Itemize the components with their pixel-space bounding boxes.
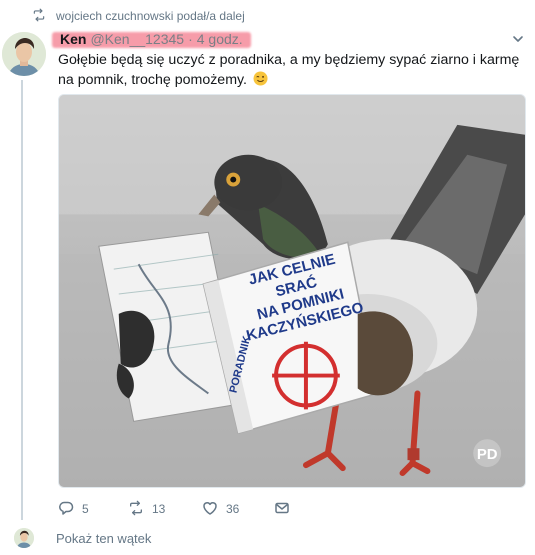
avatar[interactable] [2, 32, 46, 76]
thread-line [21, 80, 23, 520]
like-button[interactable]: 36 [202, 500, 274, 519]
retweet-context: wojciech czuchnowski podał/a dalej [32, 8, 245, 24]
show-thread-row[interactable]: Pokaż ten wątek [0, 526, 535, 550]
retweet-count: 13 [152, 502, 166, 516]
separator: · [188, 31, 193, 47]
tweet-body: Gołębie będą się uczyć z poradnika, a my… [58, 52, 520, 88]
direct-message-button[interactable] [274, 500, 290, 519]
retweet-context-text[interactable]: wojciech czuchnowski podał/a dalej [56, 9, 245, 23]
winking-face-emoji [253, 71, 268, 86]
tweet-text: Gołębie będą się uczyć z poradnika, a my… [58, 50, 520, 90]
tweet-actions: 5 13 36 [58, 500, 290, 518]
retweet-icon [128, 500, 144, 519]
user-handle[interactable]: @Ken__12345 [90, 31, 184, 47]
reply-button[interactable]: 5 [58, 500, 128, 519]
heart-icon [202, 500, 218, 519]
chevron-down-icon[interactable] [511, 32, 525, 46]
svg-text:PD: PD [477, 446, 498, 463]
tweet-media-image[interactable]: PORADNIK JAK CELNIE SRAĆ NA POMNIKI KACZ… [58, 94, 526, 488]
retweet-button[interactable]: 13 [128, 500, 202, 519]
avatar-small[interactable] [14, 528, 34, 548]
watermark-logo: PD [473, 439, 502, 468]
show-thread-link[interactable]: Pokaż ten wątek [56, 531, 151, 546]
retweet-icon [32, 8, 46, 25]
envelope-icon [274, 500, 290, 519]
reply-icon [58, 500, 74, 519]
tweet-header: Ken @Ken__12345 · 4 godz. [58, 30, 525, 48]
reply-count: 5 [82, 502, 89, 516]
author-info[interactable]: Ken @Ken__12345 · 4 godz. [58, 31, 249, 47]
timestamp[interactable]: 4 godz. [197, 31, 243, 47]
like-count: 36 [226, 502, 240, 516]
display-name[interactable]: Ken [60, 31, 86, 47]
